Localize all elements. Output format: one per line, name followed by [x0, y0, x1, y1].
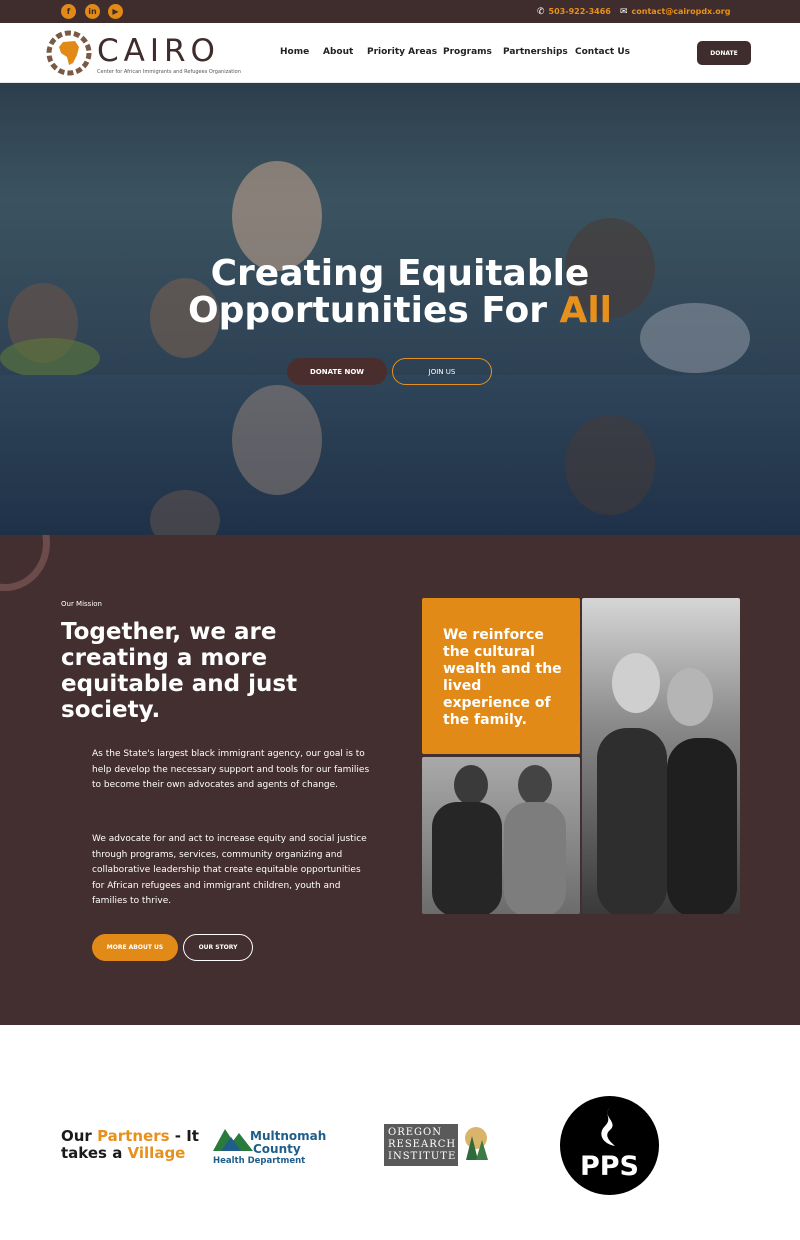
menu-partnerships[interactable]: Partnerships [503, 47, 568, 57]
menu-programs[interactable]: Programs [443, 47, 492, 57]
tree-sun-icon [465, 1127, 488, 1160]
pps-logo[interactable]: PPS [560, 1096, 659, 1195]
photo-two-women [422, 757, 580, 914]
mountain-icon [213, 1129, 253, 1151]
oregon-research-institute-logo[interactable]: OREGON RESEARCH INSTITUTE [384, 1124, 490, 1166]
donate-button[interactable]: DONATE [697, 41, 751, 65]
hero-section: Creating Equitable Opportunities For All… [0, 83, 800, 535]
mission-title: Together, we are creating a more equitab… [61, 619, 298, 723]
hero-title-line-1: Creating Equitable [210, 253, 590, 294]
mission-label: Our Mission [61, 600, 102, 608]
multnomah-county-logo[interactable]: Multnomah County Health Department [213, 1123, 333, 1167]
hero-title-line-2: Opportunities For All [187, 290, 613, 331]
africa-wreath-logo-icon[interactable] [45, 29, 93, 77]
linkedin-icon[interactable]: in [85, 4, 100, 19]
youtube-icon[interactable]: ▶ [108, 4, 123, 19]
partners-heading: Our Partners - It takes a Village [61, 1127, 199, 1162]
main-nav: CAIRO Center for African Immigrants and … [0, 23, 800, 83]
top-bar: f in ▶ ✆ 503-922-3466 ✉ contact@cairopdx… [0, 0, 800, 23]
more-about-us-button[interactable]: MORE ABOUT US [92, 934, 178, 961]
mail-icon: ✉ [620, 6, 628, 17]
phone-text: 503-922-3466 [548, 7, 611, 16]
menu-home[interactable]: Home [280, 47, 309, 57]
phone-icon: ✆ [537, 6, 545, 17]
hero-photo-reflection [0, 375, 800, 535]
quote-text: We reinforce the cultural wealth and the… [443, 627, 562, 728]
logo-wordmark: CAIRO [97, 33, 220, 69]
hero-photo [0, 83, 800, 378]
quote-box: We reinforce the cultural wealth and the… [422, 598, 580, 754]
email-link[interactable]: ✉ contact@cairopdx.org [620, 0, 730, 23]
email-text: contact@cairopdx.org [631, 7, 731, 16]
mission-section: Our Mission Together, we are creating a … [0, 535, 800, 1025]
flame-icon [601, 1108, 615, 1146]
mission-paragraph-2: We advocate for and act to increase equi… [92, 834, 367, 906]
donate-now-button[interactable]: DONATE NOW [287, 358, 387, 385]
logo-tagline: Center for African Immigrants and Refuge… [97, 69, 241, 75]
join-us-button[interactable]: JOIN US [392, 358, 492, 385]
menu-priority-areas[interactable]: Priority Areas [367, 47, 437, 57]
menu-about[interactable]: About [323, 47, 353, 57]
photo-women-hijab [582, 598, 740, 914]
phone-link[interactable]: ✆ 503-922-3466 [537, 0, 611, 23]
menu-contact-us[interactable]: Contact Us [575, 47, 630, 57]
our-story-button[interactable]: OUR STORY [183, 934, 253, 961]
mission-paragraph-1: As the State's largest black immigrant a… [92, 749, 370, 790]
facebook-icon[interactable]: f [61, 4, 76, 19]
